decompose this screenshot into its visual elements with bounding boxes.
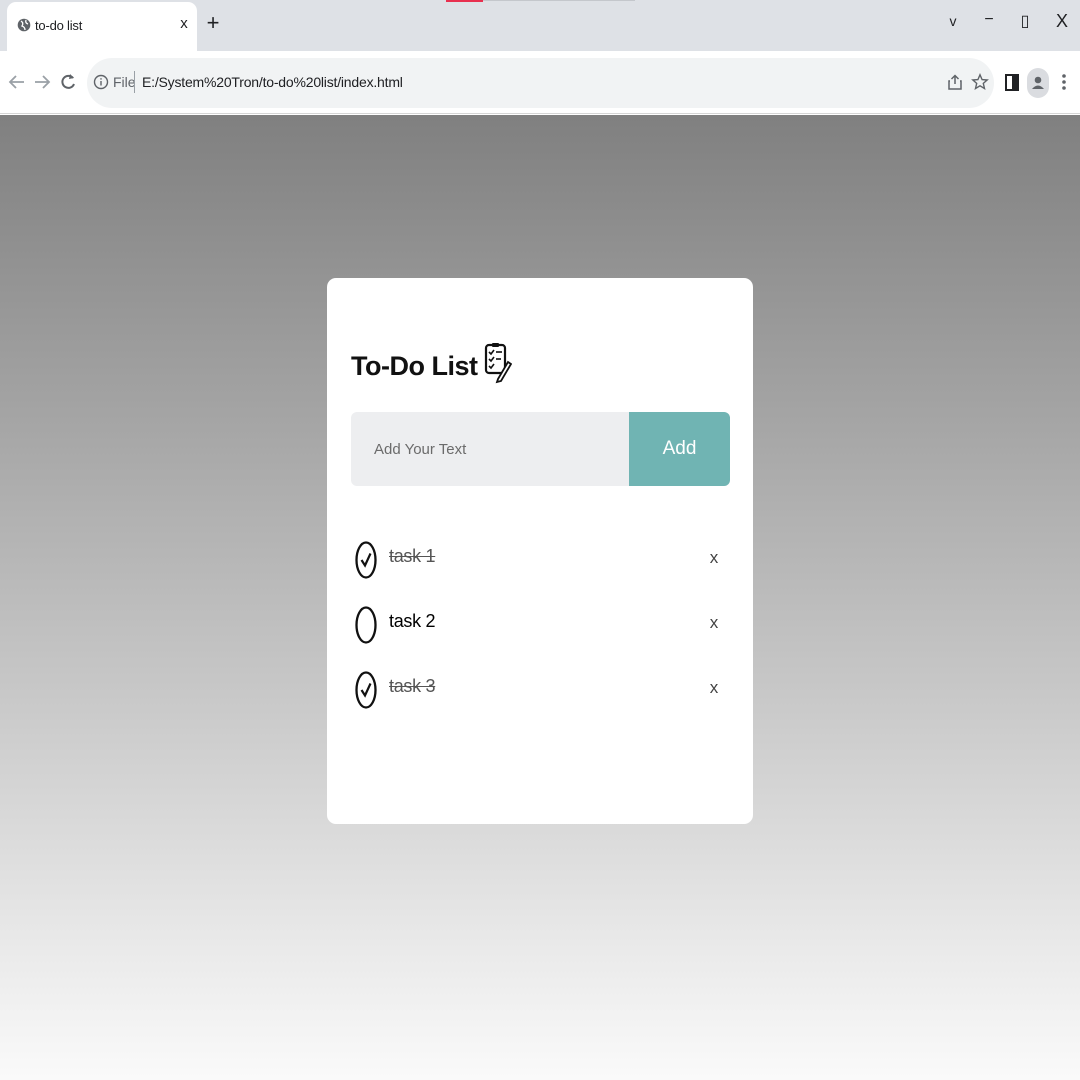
forward-arrow-icon[interactable] [32, 71, 52, 93]
task-text: task 3 [389, 676, 436, 696]
checked-circle-icon[interactable] [355, 540, 377, 580]
checked-circle-icon[interactable] [355, 670, 377, 710]
page-title: To-Do List [351, 350, 478, 381]
back-arrow-icon[interactable] [7, 71, 27, 93]
task-text: task 2 [389, 611, 436, 631]
tab-title: to-do list [35, 18, 83, 33]
browser-toolbar: File E:/System%20Tron/to-do%20list/index… [0, 51, 1080, 114]
delete-task-button[interactable]: x [707, 548, 721, 568]
url-text[interactable]: E:/System%20Tron/to-do%20list/index.html [142, 74, 403, 90]
side-panel-icon[interactable] [1002, 71, 1022, 93]
page-background: To-Do List Add task 1 [0, 115, 1080, 1080]
task-input[interactable] [351, 412, 629, 486]
task-text: task 1 [389, 546, 436, 566]
reload-icon[interactable] [58, 71, 78, 93]
restore-button[interactable]: ▯ [1015, 11, 1035, 31]
active-tab[interactable]: to-do list x [7, 2, 197, 51]
globe-icon [17, 18, 31, 32]
new-tab-button[interactable]: + [203, 10, 223, 36]
tab-strip-accent [446, 0, 483, 2]
add-task-row: Add [351, 412, 730, 486]
task-item[interactable]: task 3 x [355, 654, 725, 719]
minimize-button[interactable]: − [979, 11, 999, 29]
delete-task-button[interactable]: x [707, 678, 721, 698]
scheme-label: File [113, 74, 136, 90]
add-button[interactable]: Add [629, 412, 730, 486]
profile-icon [1032, 76, 1044, 89]
tab-strip: to-do list x + v − ▯ X [0, 0, 1080, 51]
tab-close-button[interactable]: x [177, 15, 191, 32]
tab-search-button[interactable]: v [943, 13, 963, 29]
star-icon[interactable] [971, 73, 989, 91]
checklist-edit-icon [485, 343, 513, 384]
close-window-button[interactable]: X [1052, 11, 1072, 32]
task-item[interactable]: task 2 x [355, 589, 725, 654]
task-list: task 1 x task 2 x task 3 x [355, 524, 725, 719]
tab-strip-divider [483, 0, 635, 1]
address-bar[interactable]: File E:/System%20Tron/to-do%20list/index… [87, 58, 994, 108]
task-item[interactable]: task 1 x [355, 524, 725, 589]
scheme-separator [134, 71, 135, 93]
unchecked-circle-icon[interactable] [355, 605, 377, 645]
profile-button[interactable] [1027, 68, 1049, 98]
delete-task-button[interactable]: x [707, 613, 721, 633]
todo-card: To-Do List Add task 1 [327, 278, 753, 824]
more-vert-icon[interactable] [1054, 71, 1074, 93]
share-icon[interactable] [946, 73, 964, 91]
app-heading: To-Do List [351, 342, 513, 390]
info-icon[interactable] [93, 74, 109, 90]
